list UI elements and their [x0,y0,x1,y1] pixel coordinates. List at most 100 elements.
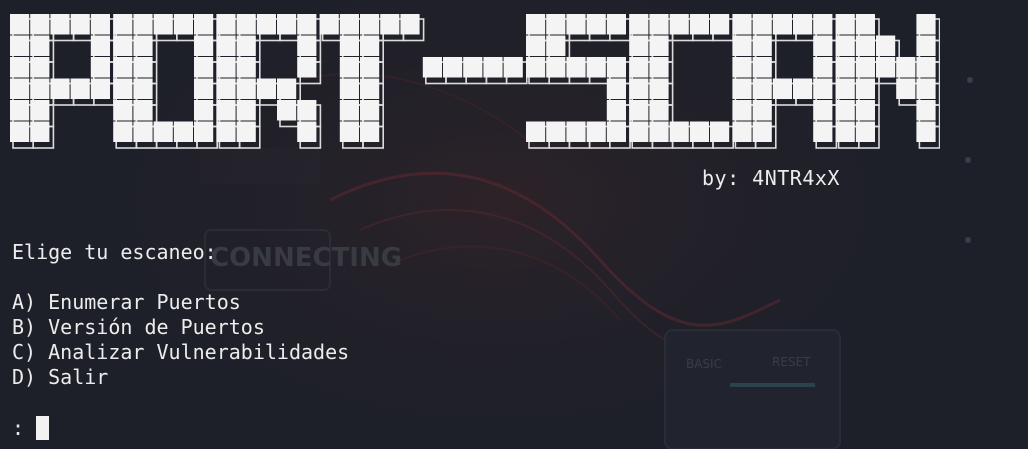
command-input-line[interactable]: : [12,416,50,440]
menu-prompt-title: Elige tu escaneo: [12,240,217,264]
banner-block [483,57,503,78]
banner-block [835,14,855,35]
banner-block [649,35,669,56]
banner-block [339,14,359,35]
banner-block [772,14,792,35]
banner-block [277,78,297,99]
banner-block [113,78,133,99]
banner-block [793,78,813,99]
banner-block [216,121,236,142]
banner-block [546,57,566,78]
text-cursor [36,416,50,440]
banner-block [835,35,855,56]
banner-block [216,57,236,78]
banner-block [30,35,50,56]
banner-block [133,121,153,142]
banner-letters [10,14,940,149]
menu-option-label: Enumerar Puertos [48,290,241,314]
banner-block [586,121,606,142]
banner-block [194,121,214,142]
banner-block [649,57,669,78]
banner-block [855,14,875,35]
banner-block [113,35,133,56]
banner-block [236,57,256,78]
banner-block [835,121,855,142]
banner-block [236,121,256,142]
banner-block [752,121,772,142]
banner-block [339,78,359,99]
banner-block [360,35,380,56]
banner-block [732,14,752,35]
banner-block [689,121,709,142]
banner-block [710,121,730,142]
banner-block [360,100,380,121]
banner-block [70,78,90,99]
banner-block [855,100,875,121]
banner-block [649,121,669,142]
terminal-window: by: 4NTR4xX Elige tu escaneo: A) Enumera… [0,0,1028,449]
banner-block [236,35,256,56]
menu-option-key: A) [12,290,37,314]
banner-block [50,14,70,35]
banner-block [916,14,936,35]
banner-block [503,57,523,78]
banner-letter [526,14,631,149]
banner-block [153,121,173,142]
banner-block [732,121,752,142]
banner-block [566,57,586,78]
banner-block [360,121,380,142]
banner-block [133,78,153,99]
banner-block [566,121,586,142]
banner-block [629,35,649,56]
banner-block [629,100,649,121]
banner-block [236,78,256,99]
banner-block [90,57,110,78]
banner-block [629,57,649,78]
banner-block [360,78,380,99]
banner-block [216,14,236,35]
banner-block [113,57,133,78]
banner-block [194,57,214,78]
banner-block [400,14,420,35]
banner-block [133,35,153,56]
banner-letter [10,14,115,149]
banner-block [710,14,730,35]
menu-option-b[interactable]: B) Versión de Puertos [12,315,349,340]
menu-option-d[interactable]: D) Salir [12,365,349,390]
banner-block [30,57,50,78]
banner-block [216,35,236,56]
banner-block [546,14,566,35]
banner-block [10,78,30,99]
banner-block [216,100,236,121]
banner-block [772,78,792,99]
banner-block [916,78,936,99]
banner-letter [835,14,940,149]
banner-block [297,100,317,121]
banner-block [606,121,626,142]
banner-block [916,57,936,78]
banner-block [813,35,833,56]
banner-block [855,35,875,56]
banner-letter [319,14,425,149]
banner-block [10,121,30,142]
banner-block [546,121,566,142]
menu-option-label: Versión de Puertos [48,315,265,339]
banner-block [50,78,70,99]
banner-block [649,100,669,121]
banner-block [90,14,110,35]
banner-block [916,121,936,142]
banner-block [339,57,359,78]
banner-block [526,57,546,78]
banner-block [813,100,833,121]
menu-option-a[interactable]: A) Enumerar Puertos [12,290,349,315]
banner-block [70,14,90,35]
banner-block [30,100,50,121]
menu-option-label: Salir [48,365,109,389]
banner-block [236,100,256,121]
banner-block [752,57,772,78]
banner-block [629,14,649,35]
banner-block [835,57,855,78]
menu-option-c[interactable]: C) Analizar Vulnerabilidades [12,340,349,365]
banner-letter [422,57,528,85]
banner-block [463,57,483,78]
